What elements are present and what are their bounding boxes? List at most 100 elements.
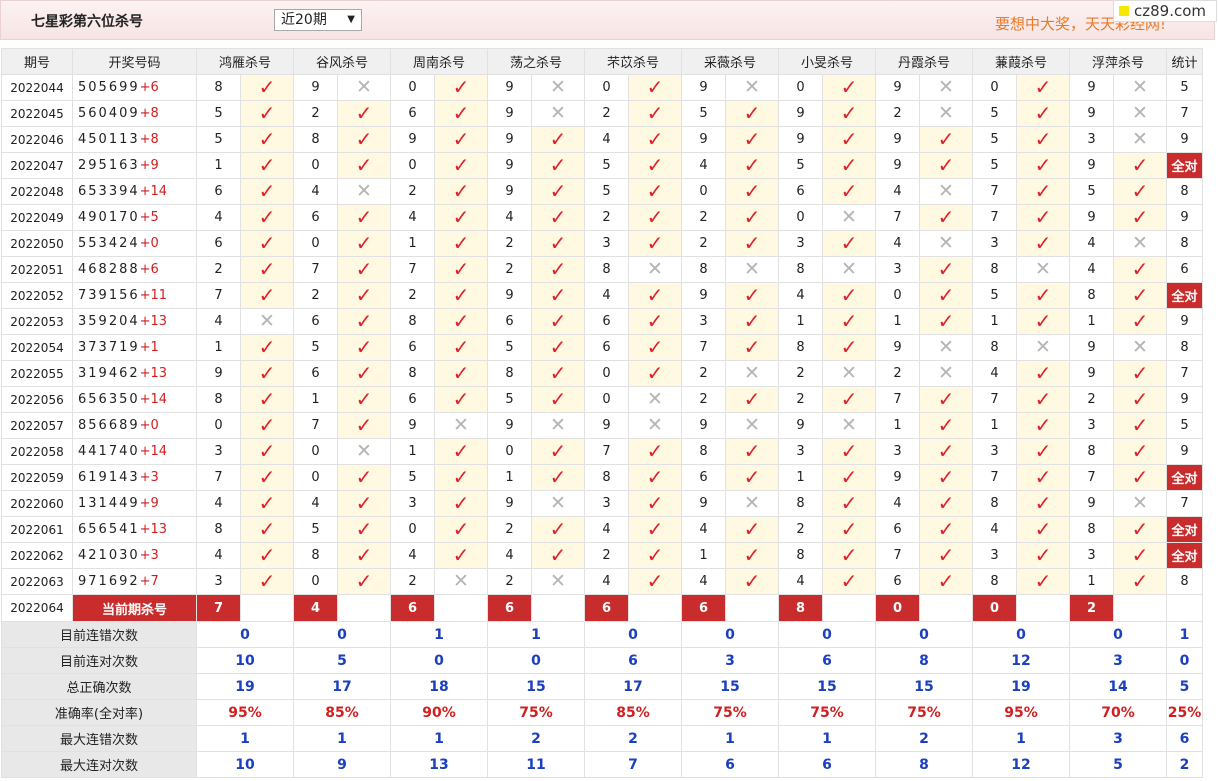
stats-value: 0 bbox=[487, 647, 585, 674]
correct-mark: ✓ bbox=[628, 568, 682, 595]
draw-digits: 468288 bbox=[78, 262, 140, 277]
correct-mark: ✓ bbox=[531, 152, 585, 179]
pick-number: 0 bbox=[390, 152, 435, 179]
table-row: 2022063 971692+7 3 ✓ 0 ✓ 2 ✕ 2 ✕ 4 ✓ 4 ✓ 4 ✓ 6 ✓ 8 ✓ 1 ✓ 8 bbox=[1, 568, 1203, 595]
check-icon: ✓ bbox=[355, 386, 373, 411]
pick-number: 9 bbox=[487, 490, 532, 517]
expert-header[interactable]: 荡之杀号 bbox=[487, 48, 585, 75]
stats-row: 目前连错次数 0 0 1 1 0 0 0 0 0 0 1 bbox=[1, 621, 1203, 648]
pick-number: 7 bbox=[875, 204, 920, 231]
check-icon: ✓ bbox=[1034, 490, 1052, 515]
check-icon: ✓ bbox=[355, 256, 373, 281]
correct-mark: ✓ bbox=[628, 308, 682, 335]
pick-number: 4 bbox=[584, 126, 629, 153]
expert-header[interactable]: 周南杀号 bbox=[390, 48, 488, 75]
wrong-mark: ✕ bbox=[240, 308, 294, 335]
stat-cell: 7 bbox=[1166, 360, 1203, 387]
check-icon: ✓ bbox=[646, 100, 664, 125]
check-icon: ✓ bbox=[1034, 464, 1052, 489]
draw-digits: 441740 bbox=[78, 444, 140, 459]
pick-number: 7 bbox=[584, 438, 629, 465]
correct-mark: ✓ bbox=[240, 152, 294, 179]
check-icon: ✓ bbox=[840, 178, 858, 203]
check-icon: ✓ bbox=[1034, 282, 1052, 307]
correct-mark: ✓ bbox=[1113, 308, 1167, 335]
expert-header[interactable]: 蒹葭杀号 bbox=[972, 48, 1070, 75]
stats-value: 10 bbox=[196, 647, 294, 674]
stats-value: 1 bbox=[390, 621, 488, 648]
expert-header[interactable]: 采薇杀号 bbox=[681, 48, 779, 75]
stats-value: 8 bbox=[875, 751, 973, 778]
check-icon: ✓ bbox=[937, 516, 955, 541]
pick-number: 7 bbox=[972, 178, 1017, 205]
correct-mark: ✓ bbox=[240, 126, 294, 153]
pick-number: 6 bbox=[196, 178, 241, 205]
table-row: 2022051 468288+6 2 ✓ 7 ✓ 7 ✓ 2 ✓ 8 ✕ 8 ✕ 8 ✕ 3 ✓ 8 ✕ 4 ✓ 6 bbox=[1, 256, 1203, 283]
pick-number: 4 bbox=[196, 490, 241, 517]
range-select[interactable]: 近20期 ▼ bbox=[274, 9, 362, 31]
check-icon: ✓ bbox=[840, 282, 858, 307]
check-icon: ✓ bbox=[743, 542, 761, 567]
stats-value: 18 bbox=[390, 673, 488, 700]
correct-mark: ✓ bbox=[1016, 308, 1070, 335]
pick-number: 9 bbox=[487, 126, 532, 153]
check-icon: ✓ bbox=[549, 204, 567, 229]
stats-value: 5 bbox=[293, 647, 391, 674]
stats-label: 准确率(全对率) bbox=[1, 699, 197, 726]
page-title: 七星彩第六位杀号 bbox=[31, 14, 143, 30]
pick-number: 5 bbox=[487, 334, 532, 361]
expert-header[interactable]: 芣苡杀号 bbox=[584, 48, 682, 75]
pick-number: 9 bbox=[487, 178, 532, 205]
pick-number: 1 bbox=[390, 438, 435, 465]
pick-number: 4 bbox=[972, 360, 1017, 387]
pick-number: 9 bbox=[487, 100, 532, 127]
draw-cell: 553424+0 bbox=[72, 230, 197, 257]
cross-icon: ✕ bbox=[1035, 336, 1051, 358]
expert-header[interactable]: 丹霞杀号 bbox=[875, 48, 973, 75]
stats-value: 15 bbox=[875, 673, 973, 700]
check-icon: ✓ bbox=[452, 386, 470, 411]
check-icon: ✓ bbox=[355, 542, 373, 567]
check-icon: ✓ bbox=[258, 152, 276, 177]
correct-mark: ✓ bbox=[337, 464, 391, 491]
draw-sum: +14 bbox=[139, 184, 168, 199]
pick-number: 4 bbox=[972, 516, 1017, 543]
check-icon: ✓ bbox=[355, 360, 373, 385]
check-icon: ✓ bbox=[355, 282, 373, 307]
pick-number: 7 bbox=[972, 204, 1017, 231]
pick-number: 1 bbox=[778, 464, 823, 491]
correct-mark: ✓ bbox=[822, 308, 876, 335]
cross-icon: ✕ bbox=[841, 362, 857, 384]
stats-value: 3 bbox=[1069, 647, 1167, 674]
expert-header[interactable]: 谷风杀号 bbox=[293, 48, 391, 75]
expert-header[interactable]: 鸿雁杀号 bbox=[196, 48, 294, 75]
check-icon: ✓ bbox=[646, 178, 664, 203]
correct-mark: ✓ bbox=[1016, 412, 1070, 439]
expert-header[interactable]: 浮萍杀号 bbox=[1069, 48, 1167, 75]
correct-mark: ✓ bbox=[434, 204, 488, 231]
empty-cell bbox=[531, 594, 585, 622]
check-icon: ✓ bbox=[1131, 282, 1149, 307]
pick-number: 5 bbox=[972, 126, 1017, 153]
pick-number: 3 bbox=[390, 490, 435, 517]
table-row: 2022057 856689+0 0 ✓ 7 ✓ 9 ✕ 9 ✕ 9 ✕ 9 ✕ 9 ✕ 1 ✓ 1 ✓ 3 ✓ 5 bbox=[1, 412, 1203, 439]
correct-mark: ✓ bbox=[1113, 152, 1167, 179]
correct-mark: ✓ bbox=[1113, 256, 1167, 283]
check-icon: ✓ bbox=[1131, 542, 1149, 567]
empty-cell bbox=[1113, 594, 1167, 622]
draw-cell: 468288+6 bbox=[72, 256, 197, 283]
correct-mark: ✓ bbox=[628, 464, 682, 491]
stats-value: 10 bbox=[196, 751, 294, 778]
pick-number: 0 bbox=[584, 360, 629, 387]
pick-number: 1 bbox=[196, 334, 241, 361]
pick-number: 8 bbox=[778, 490, 823, 517]
pick-number: 2 bbox=[681, 230, 726, 257]
correct-mark: ✓ bbox=[240, 360, 294, 387]
expert-header[interactable]: 小旻杀号 bbox=[778, 48, 876, 75]
check-icon: ✓ bbox=[1034, 568, 1052, 593]
correct-mark: ✓ bbox=[531, 438, 585, 465]
pick-number: 0 bbox=[196, 412, 241, 439]
check-icon: ✓ bbox=[355, 516, 373, 541]
pick-number: 4 bbox=[681, 152, 726, 179]
current-pick: 7 bbox=[196, 594, 241, 622]
